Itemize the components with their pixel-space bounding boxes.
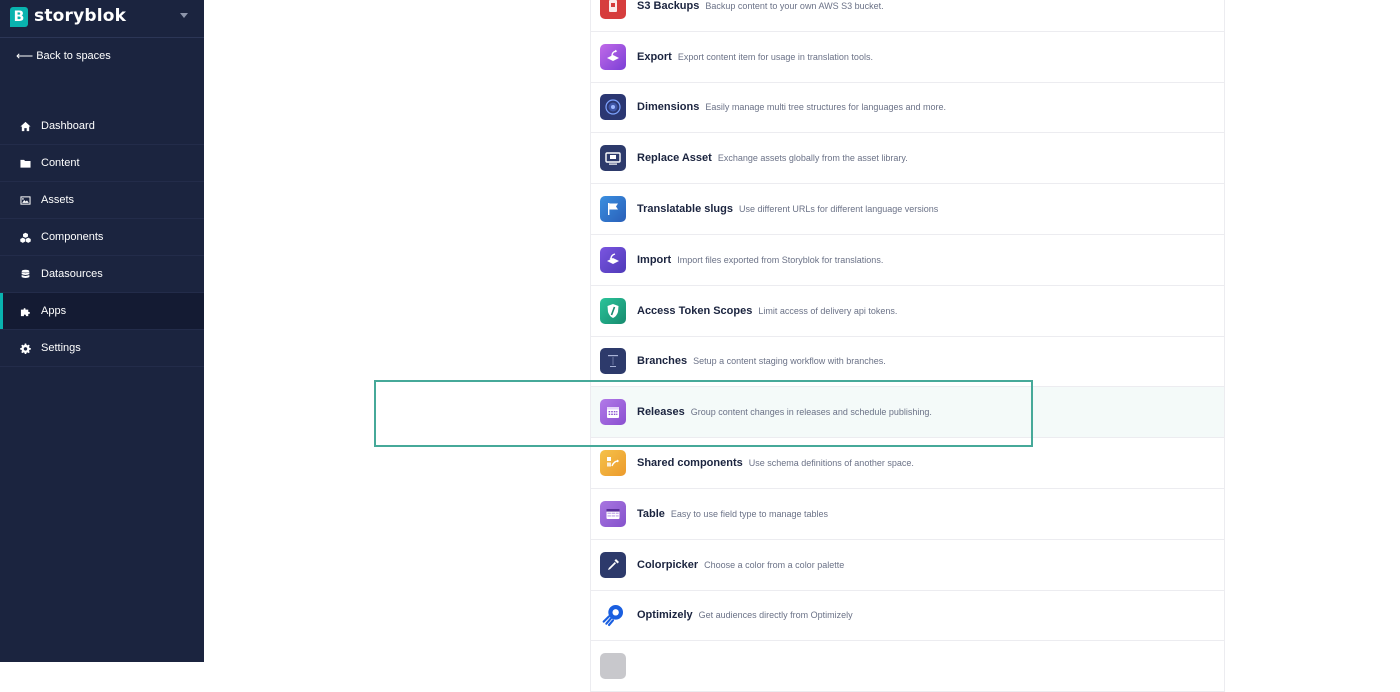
folder-icon [19, 157, 31, 169]
app-name: Access Token Scopes [637, 304, 753, 317]
app-name: Replace Asset [637, 152, 712, 165]
sidebar: B storyblok ⟵ Back to spaces Dashboard C… [0, 0, 204, 662]
sidebar-item-label: Assets [41, 194, 75, 206]
app-row-partial[interactable] [591, 641, 1224, 692]
app-description: Use schema definitions of another space. [748, 458, 914, 469]
app-row-export[interactable]: Export Export content item for usage in … [591, 32, 1224, 83]
arrow-left-icon: ⟵ [16, 49, 34, 63]
import-icon [600, 246, 626, 273]
main-content: S3 Backups Backup content to your own AW… [204, 0, 1400, 692]
export-icon [600, 43, 626, 70]
optimizely-icon [600, 602, 626, 628]
colorpicker-icon [600, 551, 626, 578]
translatable-slugs-icon [600, 196, 626, 223]
app-row-replace-asset[interactable]: Replace Asset Exchange assets globally f… [591, 133, 1224, 185]
dimensions-icon [600, 94, 626, 121]
image-icon [19, 194, 31, 206]
app-name: Export [637, 50, 672, 63]
app-name: S3 Backups [637, 0, 700, 12]
branches-icon [600, 348, 626, 375]
app-row-releases[interactable]: Releases Group content changes in releas… [591, 387, 1224, 439]
sidebar-nav: Dashboard Content Assets Components Data… [0, 108, 204, 367]
database-icon [19, 268, 31, 280]
app-row-s3-backups[interactable]: S3 Backups Backup content to your own AW… [591, 0, 1224, 32]
app-name: Branches [637, 355, 688, 368]
app-name: Shared components [637, 457, 743, 470]
sidebar-item-label: Dashboard [41, 120, 95, 132]
app-description: Easily manage multi tree structures for … [705, 102, 946, 113]
app-name: Optimizely [637, 609, 693, 622]
sidebar-item-settings[interactable]: Settings [0, 330, 204, 367]
app-description: Choose a color from a color palette [704, 559, 845, 570]
app-name: Releases [637, 406, 685, 419]
app-description: Exchange assets globally from the asset … [717, 153, 908, 164]
chevron-down-icon[interactable] [180, 13, 188, 18]
app-name: Dimensions [637, 101, 700, 114]
sidebar-item-dashboard[interactable]: Dashboard [0, 108, 204, 145]
releases-icon [600, 399, 626, 426]
sidebar-item-datasources[interactable]: Datasources [0, 256, 204, 293]
app-icon [600, 653, 626, 680]
app-row-dimensions[interactable]: Dimensions Easily manage multi tree stru… [591, 83, 1224, 134]
shared-components-icon [600, 450, 626, 477]
app-description: Setup a content staging workflow with br… [693, 356, 886, 367]
app-name: Translatable slugs [637, 203, 733, 216]
sidebar-item-label: Apps [41, 305, 67, 317]
app-description: Import files exported from Storyblok for… [677, 254, 884, 265]
app-name: Import [637, 253, 672, 266]
space-switcher[interactable]: B storyblok [0, 0, 204, 38]
sidebar-item-components[interactable]: Components [0, 219, 204, 256]
brand-name: storyblok [34, 6, 127, 26]
app-description: Easy to use field type to manage tables [670, 508, 829, 519]
puzzle-icon [19, 305, 31, 317]
app-row-colorpicker[interactable]: Colorpicker Choose a color from a color … [591, 540, 1224, 591]
cubes-icon [19, 231, 31, 243]
sidebar-item-apps[interactable]: Apps [0, 293, 204, 330]
app-description: Get audiences directly from Optimizely [698, 610, 853, 621]
app-row-optimizely[interactable]: Optimizely Get audiences directly from O… [591, 591, 1224, 642]
app-row-shared-components[interactable]: Shared components Use schema definitions… [591, 438, 1224, 489]
s3-backups-icon [600, 0, 626, 19]
storyblok-logo-icon: B [10, 7, 28, 27]
app-row-translatable-slugs[interactable]: Translatable slugs Use different URLs fo… [591, 184, 1224, 235]
gear-icon [19, 342, 31, 354]
sidebar-item-label: Settings [41, 342, 81, 354]
app-row-access-token-scopes[interactable]: Access Token Scopes Limit access of deli… [591, 286, 1224, 337]
access-token-icon [600, 297, 626, 324]
sidebar-item-content[interactable]: Content [0, 145, 204, 182]
replace-asset-icon [600, 145, 626, 172]
app-name: Table [637, 507, 665, 520]
sidebar-item-label: Datasources [41, 268, 103, 280]
back-to-spaces-label: Back to spaces [36, 50, 111, 62]
app-list: S3 Backups Backup content to your own AW… [590, 0, 1225, 692]
app-description: Use different URLs for different languag… [738, 204, 939, 215]
sidebar-item-assets[interactable]: Assets [0, 182, 204, 219]
app-row-table[interactable]: Table Easy to use field type to manage t… [591, 489, 1224, 540]
home-icon [19, 120, 31, 132]
app-row-branches[interactable]: Branches Setup a content staging workflo… [591, 337, 1224, 388]
back-to-spaces-link[interactable]: ⟵ Back to spaces [16, 49, 111, 63]
app-description: Backup content to your own AWS S3 bucket… [705, 0, 884, 11]
app-name: Colorpicker [637, 558, 699, 571]
app-description: Export content item for usage in transla… [677, 51, 873, 62]
app-description: Group content changes in releases and sc… [690, 407, 932, 418]
app-description: Limit access of delivery api tokens. [758, 305, 898, 316]
app-row-import[interactable]: Import Import files exported from Storyb… [591, 235, 1224, 286]
table-icon [600, 500, 626, 527]
sidebar-item-label: Content [41, 157, 80, 169]
sidebar-item-label: Components [41, 231, 104, 243]
